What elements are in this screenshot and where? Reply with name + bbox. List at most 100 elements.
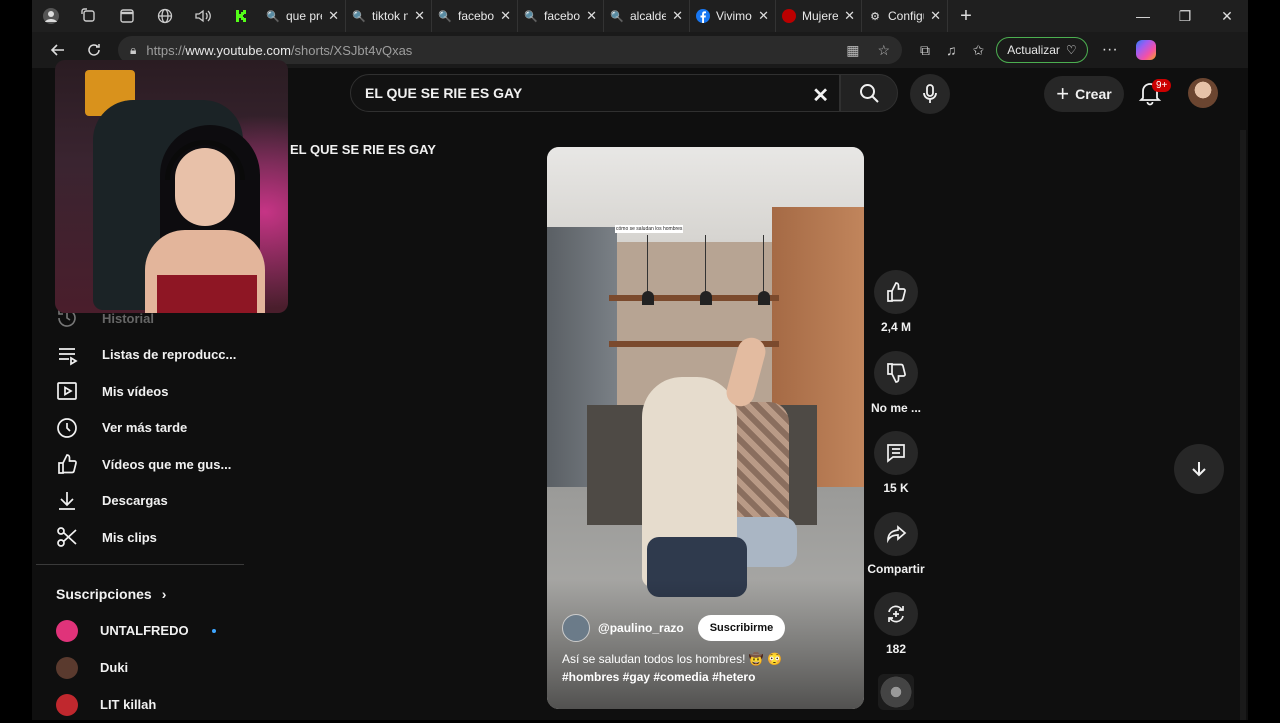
- close-tab-icon[interactable]: ✕: [844, 8, 855, 24]
- sidebar-divider: [36, 564, 244, 565]
- search-icon: 🔍: [610, 10, 624, 23]
- short-actions: 2,4 M No me ... 15 K Compartir 182: [862, 270, 930, 673]
- restore-icon[interactable]: ❐: [1164, 0, 1206, 32]
- browser-tab[interactable]: Vivimos✕: [690, 0, 776, 32]
- browser-tab[interactable]: ⚙Configu✕: [862, 0, 948, 32]
- new-content-dot: [212, 628, 216, 633]
- search-icon: 🔍: [524, 10, 538, 23]
- lock-icon[interactable]: 🔒︎: [130, 43, 136, 58]
- workspaces-icon[interactable]: [70, 0, 108, 32]
- facebook-icon: [696, 9, 710, 23]
- close-tab-icon[interactable]: ✕: [328, 8, 339, 24]
- globe-icon[interactable]: [146, 0, 184, 32]
- search-query-label: EL QUE SE RIE ES GAY: [290, 142, 436, 157]
- browser-tab[interactable]: 🔍faceboo✕: [518, 0, 604, 32]
- notification-badge: 9+: [1152, 79, 1172, 92]
- browser-tab[interactable]: 🔍 tiktok n ✕: [346, 0, 432, 32]
- remix-icon: [888, 605, 904, 623]
- comment-icon: [887, 444, 905, 463]
- download-icon: [59, 491, 75, 510]
- dislike-button[interactable]: No me ...: [862, 350, 930, 432]
- close-tab-icon[interactable]: ✕: [758, 8, 769, 24]
- subscription-item[interactable]: LIT killah: [36, 686, 244, 723]
- channel-avatar: [56, 656, 78, 679]
- channel-name[interactable]: @paulino_razo: [598, 621, 684, 635]
- share-button[interactable]: Compartir: [862, 511, 930, 593]
- app-available-icon[interactable]: ▦: [846, 42, 859, 59]
- extensions-icon[interactable]: ⧉: [920, 42, 930, 59]
- voice-search-button[interactable]: [910, 74, 950, 114]
- next-short-button[interactable]: [1174, 444, 1224, 494]
- update-button[interactable]: Actualizar ♡: [996, 37, 1088, 63]
- media-control-icon[interactable]: ♫: [946, 42, 957, 59]
- sidebar-item-downloads[interactable]: Descargas: [36, 483, 244, 520]
- channel-avatar: [56, 693, 78, 716]
- video-caption: Así se saludan todos los hombres! 🤠 😳 #h…: [562, 650, 852, 686]
- youtube-icon: [782, 9, 796, 23]
- subscriptions-heading[interactable]: Suscripciones ›: [56, 586, 166, 602]
- create-button[interactable]: + Crear: [1044, 76, 1124, 112]
- scrollbar[interactable]: [1240, 130, 1246, 720]
- remix-button[interactable]: 182: [862, 592, 930, 673]
- comments-button[interactable]: 15 K: [862, 431, 930, 512]
- playlist-icon: [59, 347, 78, 366]
- share-icon: [887, 524, 907, 543]
- favorites-icon[interactable]: ✩: [973, 42, 985, 59]
- thumbs-up-icon: [887, 282, 906, 302]
- hashtags[interactable]: #hombres #gay #comedia #hetero: [562, 668, 852, 686]
- kick-icon[interactable]: [222, 0, 260, 32]
- browser-tab[interactable]: 🔍faceboo✕: [432, 0, 518, 32]
- search-icon: 🔍: [266, 10, 280, 23]
- profile-icon[interactable]: [32, 0, 70, 32]
- notifications-button[interactable]: 9+: [1138, 79, 1172, 108]
- clear-search-icon[interactable]: ✕: [812, 83, 829, 108]
- thumbs-down-icon: [887, 362, 906, 383]
- sidebar-item-my-videos[interactable]: Mis vídeos: [36, 373, 244, 410]
- search-icon: 🔍: [352, 10, 366, 23]
- sidebar-item-clips[interactable]: Mis clips: [36, 519, 244, 556]
- search-input[interactable]: EL QUE SE RIE ES GAY ✕: [350, 74, 840, 112]
- my-videos-icon: [57, 382, 77, 401]
- close-window-icon[interactable]: ✕: [1206, 0, 1248, 32]
- favorite-star-icon[interactable]: ☆: [877, 42, 890, 59]
- tab-strip: 🔍que pref✕ 🔍tiktok n✕ 🔍faceboo✕ 🔍faceboo…: [32, 0, 1248, 32]
- sidebar-item-liked-videos[interactable]: Vídeos que me gus...: [36, 446, 244, 483]
- subscriptions-list: UNTALFREDO Duki LIT killah: [36, 612, 244, 723]
- subscribe-button[interactable]: Suscribirme: [697, 615, 786, 641]
- minimize-icon[interactable]: —: [1122, 0, 1164, 32]
- webcam-overlay: [55, 60, 288, 313]
- search-button[interactable]: [840, 74, 898, 112]
- browser-tab[interactable]: 🔍 alcalde ✕: [604, 0, 690, 32]
- channel-avatar: [56, 619, 78, 642]
- close-tab-icon[interactable]: ✕: [672, 8, 683, 24]
- subscription-item[interactable]: UNTALFREDO: [36, 612, 244, 649]
- arrow-down-icon: [1192, 462, 1206, 477]
- tab-actions-icon[interactable]: [108, 0, 146, 32]
- short-video-player[interactable]: cómo se saludan los hombres @paulino_raz…: [547, 147, 864, 709]
- chevron-right-icon: ›: [161, 586, 167, 602]
- channel-info: @paulino_razo Suscribirme: [562, 614, 786, 642]
- sidebar-item-watch-later[interactable]: Ver más tarde: [36, 410, 244, 447]
- like-button[interactable]: 2,4 M: [862, 270, 930, 351]
- channel-avatar[interactable]: [562, 614, 590, 642]
- search-icon: [860, 84, 879, 103]
- browser-tab[interactable]: 🔍que pref✕: [260, 0, 346, 32]
- new-tab-button[interactable]: +: [948, 0, 984, 32]
- close-tab-icon[interactable]: ✕: [414, 8, 425, 24]
- sidebar: Historial Listas de reproducc... Mis víd…: [36, 300, 244, 556]
- speaker-icon[interactable]: [184, 0, 222, 32]
- browser-tab[interactable]: Mujeres✕: [776, 0, 862, 32]
- url-text: https://www.youtube.com/shorts/XSJbt4vQx…: [146, 42, 413, 58]
- plus-icon: +: [1056, 81, 1070, 106]
- close-tab-icon[interactable]: ✕: [586, 8, 597, 24]
- sidebar-item-playlists[interactable]: Listas de reproducc...: [36, 337, 244, 374]
- copilot-icon[interactable]: [1135, 40, 1156, 60]
- more-menu-icon[interactable]: ···: [1102, 41, 1118, 59]
- sound-thumbnail[interactable]: [878, 674, 914, 710]
- watch-later-icon: [57, 417, 77, 438]
- subscription-item[interactable]: Duki: [36, 649, 244, 686]
- close-tab-icon[interactable]: ✕: [930, 8, 941, 24]
- gear-icon: ⚙: [870, 10, 880, 23]
- avatar[interactable]: [1188, 78, 1218, 108]
- close-tab-icon[interactable]: ✕: [500, 8, 511, 24]
